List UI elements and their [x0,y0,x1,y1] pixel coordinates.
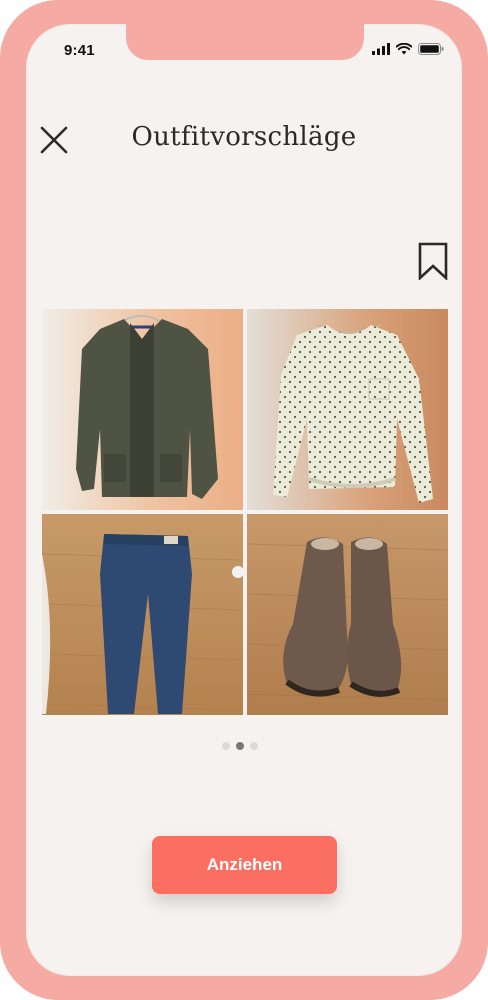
signal-icon [372,43,390,55]
outfit-item-jeans[interactable] [42,514,243,715]
outfit-item-cardigan[interactable] [42,309,243,510]
outfit-item-blouse[interactable] [247,309,448,510]
bookmark-icon[interactable] [418,242,448,280]
page-dot-3[interactable] [250,742,258,750]
app-screen: 9:41 Outfitvorschläge Anziehen [26,24,462,976]
wifi-icon [396,43,412,55]
cardigan-image [42,309,243,510]
status-time: 9:41 [64,42,95,59]
notch [126,24,364,60]
blouse-image [247,309,448,510]
jeans-image [42,514,243,715]
pagination-dots [222,742,258,750]
page-title: Outfitvorschläge [131,122,357,152]
boots-image [247,514,448,715]
status-icons [372,43,444,55]
outfit-item-boots[interactable] [247,514,448,715]
page-dot-1[interactable] [222,742,230,750]
page-dot-2[interactable] [236,742,244,750]
outfit-grid [42,309,448,715]
battery-icon [418,43,444,55]
wear-button[interactable]: Anziehen [152,836,337,894]
